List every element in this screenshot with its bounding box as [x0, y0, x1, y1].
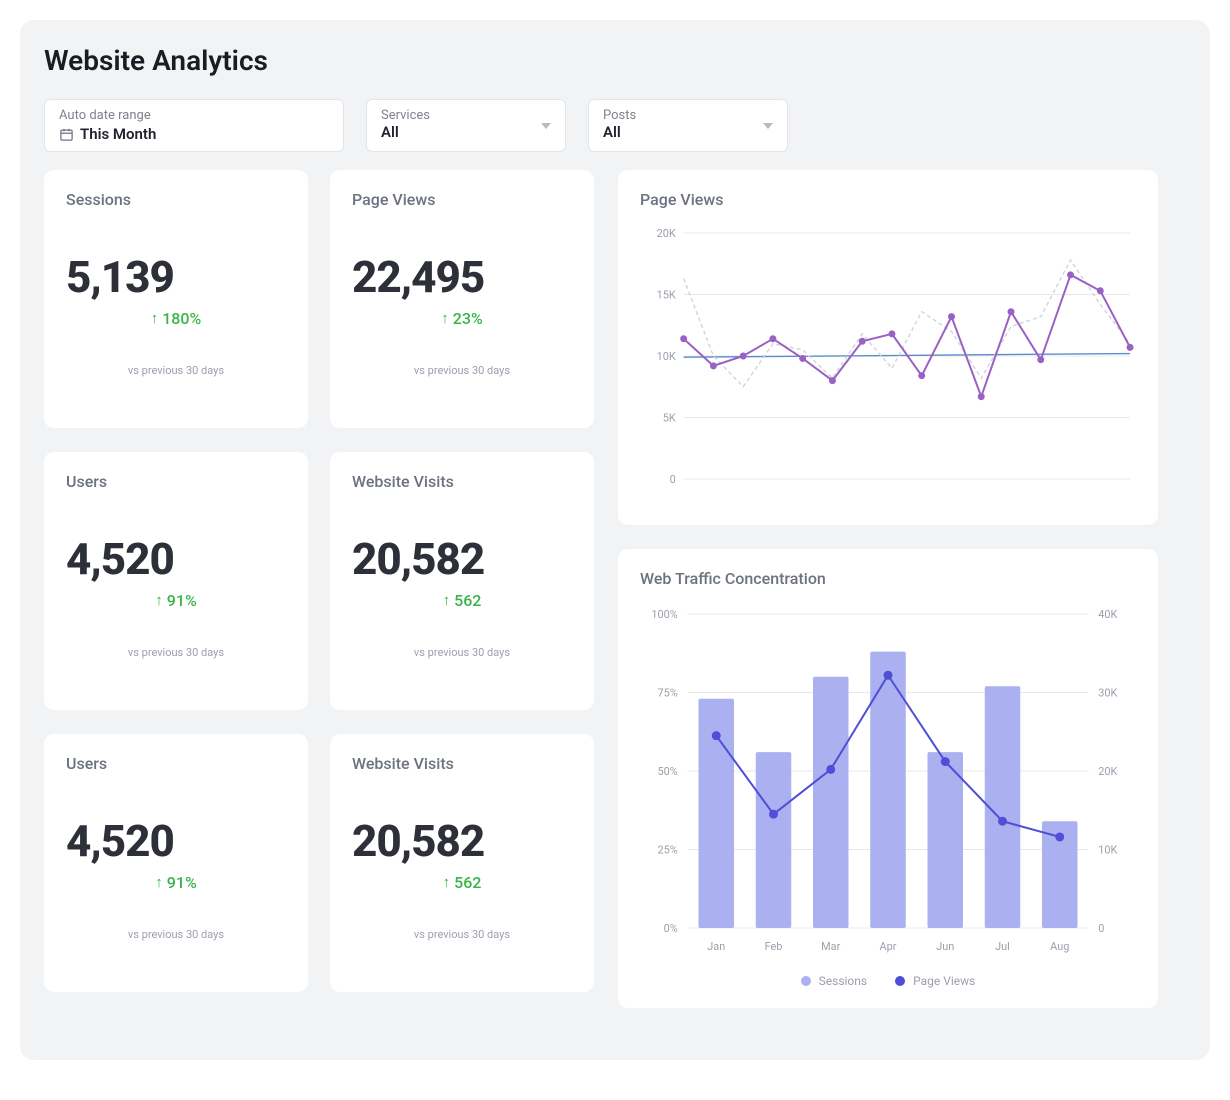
legend-dot-icon	[895, 976, 905, 986]
stat-delta: ↑ 91%	[66, 591, 286, 610]
stat-card-users: Users 4,520 ↑ 91% vs previous 30 days	[44, 452, 308, 710]
posts-filter[interactable]: Posts All	[588, 99, 788, 152]
stat-card-website-visits-2: Website Visits 20,582 ↑ 562 vs previous …	[330, 734, 594, 992]
page-views-chart: 0 5K 10K 15K 20K	[640, 225, 1136, 505]
page-views-chart-card: Page Views 0 5K 10K 15K 20K	[618, 170, 1158, 525]
svg-text:Jun: Jun	[936, 940, 954, 953]
stat-value: 20,582	[352, 533, 572, 585]
svg-text:Jan: Jan	[707, 940, 725, 953]
svg-text:Aug: Aug	[1050, 940, 1069, 953]
charts-column: Page Views 0 5K 10K 15K 20K Web Traffic Conc…	[618, 170, 1158, 1008]
stat-card-website-visits: Website Visits 20,582 ↑ 562 vs previous …	[330, 452, 594, 710]
svg-text:0: 0	[670, 473, 676, 486]
stat-title: Website Visits	[352, 754, 572, 773]
stat-value: 4,520	[66, 815, 286, 867]
services-filter-label: Services	[381, 108, 551, 123]
svg-text:20K: 20K	[1098, 765, 1117, 778]
chart-legend: Sessions Page Views	[640, 974, 1136, 988]
stat-delta: ↑ 23%	[352, 309, 572, 328]
chevron-down-icon	[763, 123, 773, 129]
svg-text:20K: 20K	[657, 227, 676, 240]
arrow-up-icon: ↑	[155, 873, 163, 891]
arrow-up-icon: ↑	[155, 591, 163, 609]
date-filter-label: Auto date range	[59, 108, 329, 123]
stat-sub: vs previous 30 days	[352, 364, 572, 377]
page-title: Website Analytics	[44, 44, 1186, 77]
svg-text:Mar: Mar	[821, 940, 840, 953]
stat-card-sessions: Sessions 5,139 ↑ 180% vs previous 30 day…	[44, 170, 308, 428]
svg-text:Apr: Apr	[880, 940, 897, 953]
stat-delta: ↑ 562	[352, 873, 572, 892]
stat-delta: ↑ 91%	[66, 873, 286, 892]
stat-sub: vs previous 30 days	[352, 646, 572, 659]
stat-title: Sessions	[66, 190, 286, 209]
posts-filter-value: All	[603, 123, 773, 141]
stat-delta: ↑ 562	[352, 591, 572, 610]
services-filter-value: All	[381, 123, 551, 141]
stat-value: 4,520	[66, 533, 286, 585]
stat-title: Website Visits	[352, 472, 572, 491]
svg-text:10K: 10K	[1098, 843, 1117, 856]
stat-delta: ↑ 180%	[66, 309, 286, 328]
svg-text:75%: 75%	[657, 686, 677, 699]
svg-text:40K: 40K	[1098, 608, 1117, 621]
stats-column: Sessions 5,139 ↑ 180% vs previous 30 day…	[44, 170, 594, 1008]
legend-item-sessions: Sessions	[801, 974, 867, 988]
stat-title: Users	[66, 754, 286, 773]
svg-text:10K: 10K	[657, 350, 676, 363]
stat-sub: vs previous 30 days	[66, 364, 286, 377]
calendar-icon	[59, 127, 74, 142]
services-filter[interactable]: Services All	[366, 99, 566, 152]
svg-text:Jul: Jul	[995, 940, 1010, 953]
web-traffic-chart-card: Web Traffic Concentration 0% 0 25% 10K 50% 20…	[618, 549, 1158, 1008]
posts-filter-label: Posts	[603, 108, 773, 123]
svg-text:50%: 50%	[657, 765, 677, 778]
filters-row: Auto date range This Month Services All …	[44, 99, 1186, 152]
date-range-filter[interactable]: Auto date range This Month	[44, 99, 344, 152]
date-filter-value: This Month	[80, 125, 156, 143]
stat-card-page-views: Page Views 22,495 ↑ 23% vs previous 30 d…	[330, 170, 594, 428]
chart-title: Page Views	[640, 190, 1136, 209]
web-traffic-chart: 0% 0 25% 10K 50% 20K 75% 30K 100% 40K Jan Feb Mar Apr…	[640, 604, 1136, 964]
legend-dot-icon	[801, 976, 811, 986]
arrow-up-icon: ↑	[443, 873, 451, 891]
stat-sub: vs previous 30 days	[66, 646, 286, 659]
svg-text:Feb: Feb	[765, 940, 783, 953]
legend-item-page-views: Page Views	[895, 974, 975, 988]
chevron-down-icon	[541, 123, 551, 129]
stat-card-users-2: Users 4,520 ↑ 91% vs previous 30 days	[44, 734, 308, 992]
stat-sub: vs previous 30 days	[352, 928, 572, 941]
stat-value: 22,495	[352, 251, 572, 303]
svg-text:0: 0	[1098, 922, 1104, 935]
svg-text:100%: 100%	[651, 608, 677, 621]
svg-text:15K: 15K	[657, 288, 676, 301]
svg-text:5K: 5K	[663, 411, 676, 424]
stat-title: Page Views	[352, 190, 572, 209]
stat-value: 5,139	[66, 251, 286, 303]
svg-text:0%: 0%	[664, 922, 678, 935]
arrow-up-icon: ↑	[441, 309, 449, 327]
arrow-up-icon: ↑	[443, 591, 451, 609]
arrow-up-icon: ↑	[151, 309, 159, 327]
chart-title: Web Traffic Concentration	[640, 569, 1136, 588]
stat-value: 20,582	[352, 815, 572, 867]
stat-title: Users	[66, 472, 286, 491]
stat-sub: vs previous 30 days	[66, 928, 286, 941]
svg-text:25%: 25%	[657, 843, 677, 856]
svg-text:30K: 30K	[1098, 686, 1117, 699]
